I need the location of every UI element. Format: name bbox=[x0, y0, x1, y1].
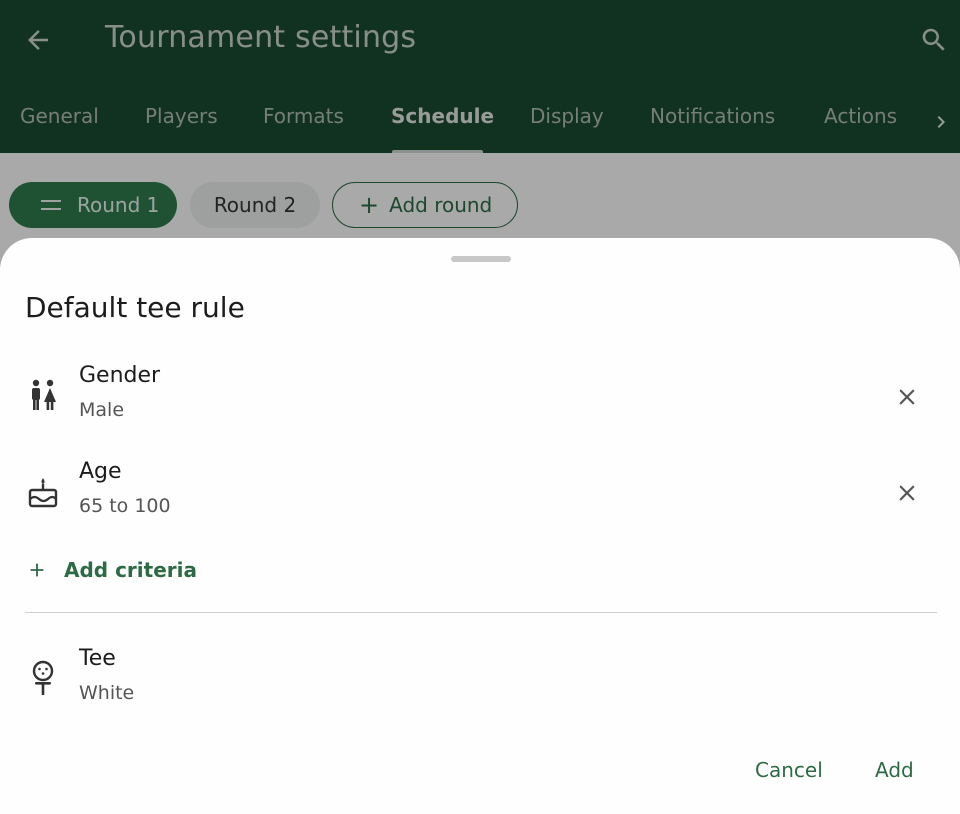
criteria-value: 65 to 100 bbox=[79, 495, 171, 517]
add-criteria-label: Add criteria bbox=[64, 558, 197, 582]
criteria-label: Age bbox=[79, 459, 122, 484]
tee-row[interactable]: Tee White bbox=[0, 636, 960, 722]
default-tee-rule-sheet: Default tee rule Gender Male Age 65 to 1… bbox=[0, 238, 960, 814]
add-button[interactable]: Add bbox=[875, 758, 914, 782]
add-criteria-button[interactable]: Add criteria bbox=[26, 553, 197, 587]
tee-value: White bbox=[79, 682, 135, 704]
tee-label: Tee bbox=[79, 646, 116, 671]
criteria-label: Gender bbox=[79, 363, 161, 388]
remove-gender-button[interactable] bbox=[887, 377, 927, 417]
gender-icon bbox=[32, 379, 56, 410]
sheet-title: Default tee rule bbox=[25, 291, 245, 324]
criteria-value: Male bbox=[79, 399, 125, 421]
divider bbox=[25, 612, 937, 613]
criteria-row-age[interactable]: Age 65 to 100 bbox=[0, 449, 960, 535]
plus-icon bbox=[30, 563, 44, 577]
golf-tee-icon bbox=[32, 660, 54, 695]
remove-age-button[interactable] bbox=[887, 473, 927, 513]
criteria-row-gender[interactable]: Gender Male bbox=[0, 353, 960, 439]
close-icon bbox=[899, 485, 915, 501]
sheet-drag-handle[interactable] bbox=[451, 256, 511, 262]
cake-icon bbox=[28, 478, 58, 508]
cancel-button[interactable]: Cancel bbox=[755, 758, 823, 782]
close-icon bbox=[899, 389, 915, 405]
